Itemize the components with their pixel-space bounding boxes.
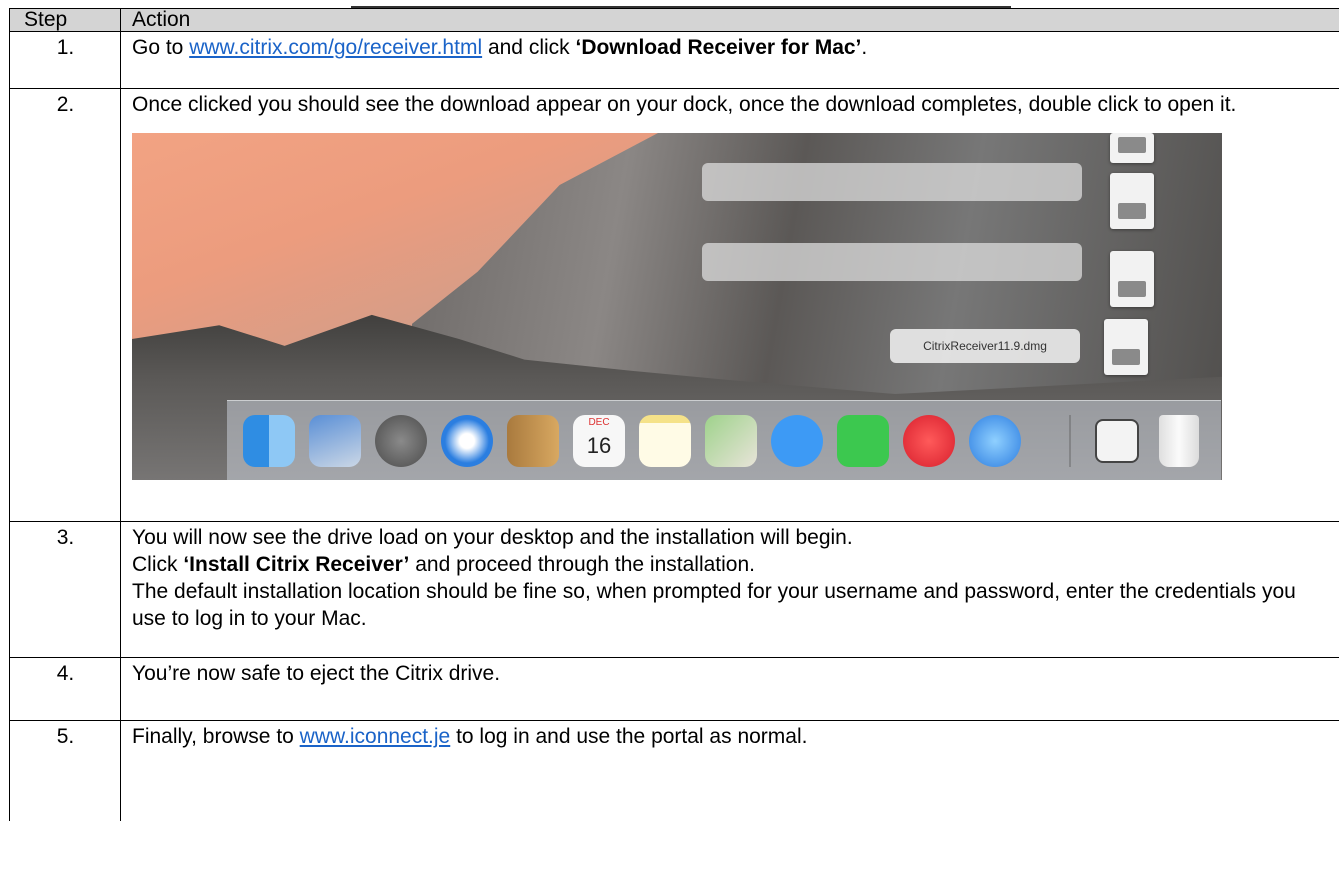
dmg-file-icon[interactable] bbox=[1104, 319, 1148, 375]
table-row: 4. You’re now safe to eject the Citrix d… bbox=[9, 657, 1339, 721]
calendar-icon[interactable]: DEC 16 bbox=[573, 415, 625, 467]
step-action: Finally, browse to www.iconnect.je to lo… bbox=[120, 720, 1339, 821]
step-action: Go to www.citrix.com/go/receiver.html an… bbox=[120, 31, 1339, 89]
step-number: 5. bbox=[9, 720, 121, 821]
step-action: You will now see the drive load on your … bbox=[120, 521, 1339, 658]
file-icon bbox=[1110, 133, 1154, 163]
citrix-receiver-link[interactable]: www.citrix.com/go/receiver.html bbox=[189, 36, 482, 59]
finder-icon[interactable] bbox=[243, 415, 295, 467]
messages-icon[interactable] bbox=[771, 415, 823, 467]
step-number: 1. bbox=[9, 31, 121, 89]
notes-icon[interactable] bbox=[639, 415, 691, 467]
launchpad-icon[interactable] bbox=[375, 415, 427, 467]
step-number: 4. bbox=[9, 657, 121, 721]
step-number: 3. bbox=[9, 521, 121, 658]
iconnect-link[interactable]: www.iconnect.je bbox=[300, 725, 451, 748]
table-row: 3. You will now see the drive load on yo… bbox=[9, 521, 1339, 658]
steps-table: Step Action 1. Go to www.citrix.com/go/r… bbox=[9, 8, 1339, 821]
blurred-filename bbox=[702, 243, 1082, 281]
blurred-filename bbox=[702, 163, 1082, 201]
step-action: Once clicked you should see the download… bbox=[120, 88, 1339, 522]
trash-icon[interactable] bbox=[1159, 415, 1199, 467]
itunes-icon[interactable] bbox=[903, 415, 955, 467]
table-row: 5. Finally, browse to www.iconnect.je to… bbox=[9, 720, 1339, 821]
preview-icon[interactable] bbox=[309, 415, 361, 467]
facetime-icon[interactable] bbox=[837, 415, 889, 467]
file-icon bbox=[1110, 173, 1154, 229]
step-action: You’re now safe to eject the Citrix driv… bbox=[120, 657, 1339, 721]
dock-separator bbox=[1069, 415, 1071, 467]
header-action: Action bbox=[120, 8, 1339, 32]
safari-icon[interactable] bbox=[441, 415, 493, 467]
table-row: 2. Once clicked you should see the downl… bbox=[9, 88, 1339, 522]
header-step: Step bbox=[9, 8, 121, 32]
contacts-icon[interactable] bbox=[507, 415, 559, 467]
app-store-icon[interactable] bbox=[969, 415, 1021, 467]
step-number: 2. bbox=[9, 88, 121, 522]
dock-screenshot: CitrixReceiver11.9.dmg DEC 16 bbox=[132, 133, 1222, 480]
table-header-row: Step Action bbox=[9, 8, 1339, 32]
maps-icon[interactable] bbox=[705, 415, 757, 467]
downloads-stack-icon[interactable] bbox=[1095, 419, 1139, 463]
filename-tooltip: CitrixReceiver11.9.dmg bbox=[890, 329, 1080, 363]
file-icon bbox=[1110, 251, 1154, 307]
table-row: 1. Go to www.citrix.com/go/receiver.html… bbox=[9, 31, 1339, 89]
dock: DEC 16 bbox=[227, 400, 1221, 480]
